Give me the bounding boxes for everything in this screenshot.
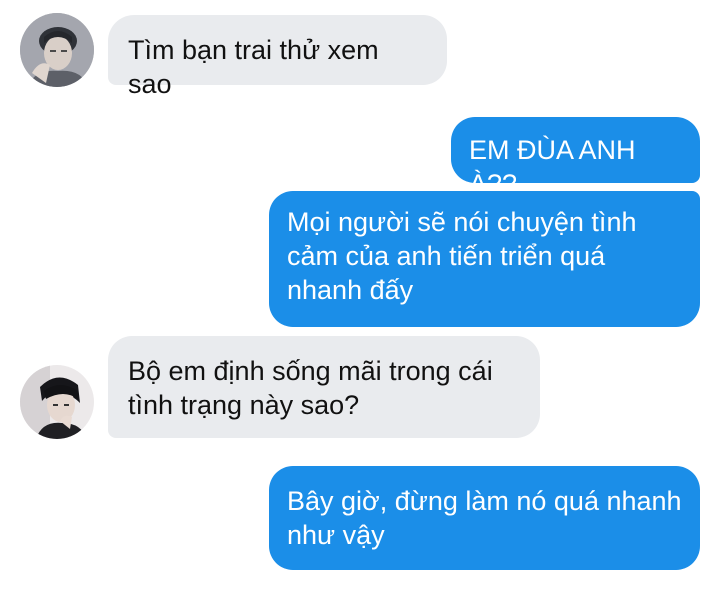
avatar-photo-icon xyxy=(20,13,94,87)
avatar-photo-icon xyxy=(20,365,94,439)
incoming-message-bubble[interactable]: Bộ em định sống mãi trong cái tình trạng… xyxy=(108,336,540,438)
outgoing-message-bubble[interactable]: Bây giờ, đừng làm nó quá nhanh như vậy xyxy=(269,466,700,570)
outgoing-message-bubble[interactable]: EM ĐÙA ANH À?? xyxy=(451,117,700,199)
incoming-message-bubble[interactable]: Tìm bạn trai thử xem sao xyxy=(108,15,447,99)
contact-avatar[interactable] xyxy=(20,13,94,87)
chat-thread: Tìm bạn trai thử xem sao EM ĐÙA ANH À?? … xyxy=(0,0,720,600)
outgoing-message-bubble[interactable]: Mọi người sẽ nói chuyện tình cảm của anh… xyxy=(269,191,700,327)
contact-avatar[interactable] xyxy=(20,365,94,439)
